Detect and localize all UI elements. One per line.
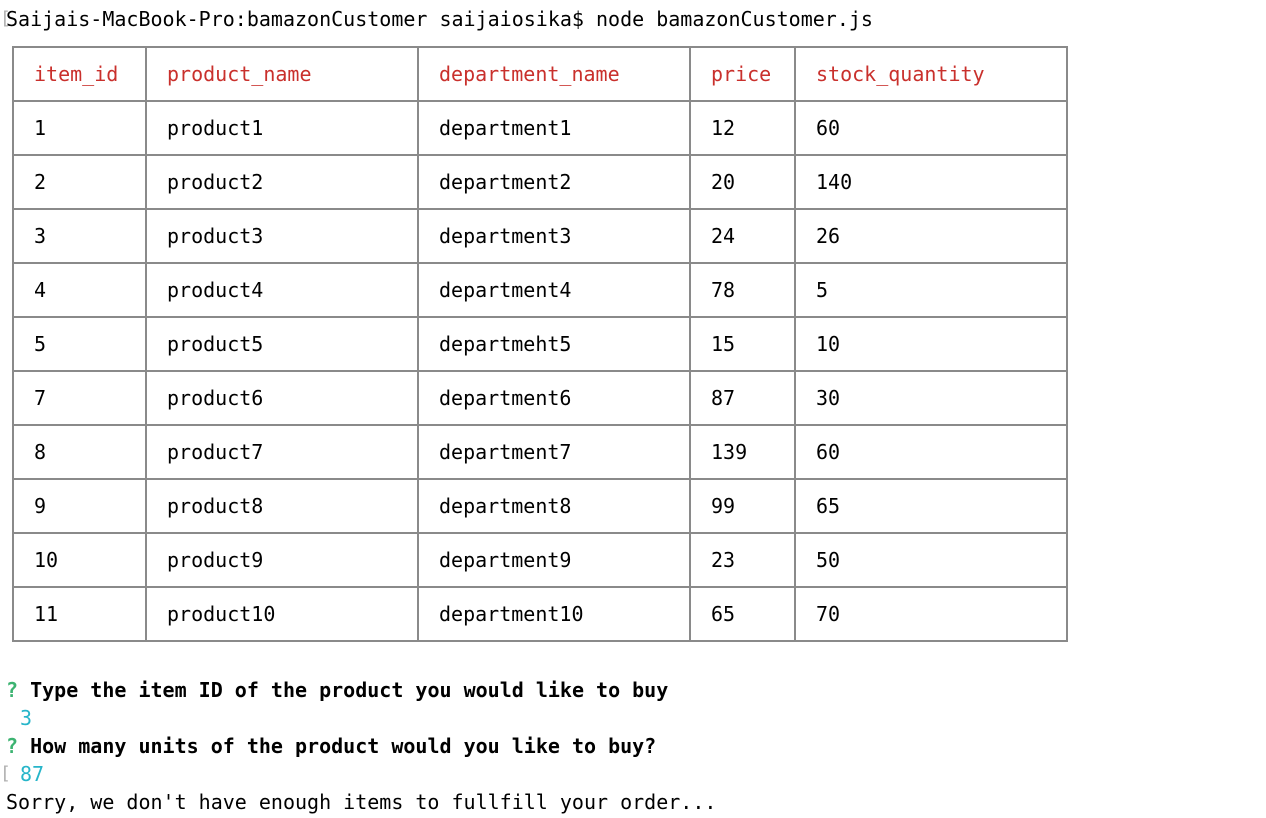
cell-stock-quantity: 65 [794, 478, 1068, 534]
cell-price: 139 [689, 424, 796, 480]
question-text: Type the item ID of the product you woul… [30, 678, 669, 702]
table-header-row: item_id product_name department_name pri… [12, 46, 1068, 102]
cell-product-name: product10 [145, 586, 419, 642]
table-row: 11 product10 department10 65 70 [12, 586, 1068, 642]
cell-department-name: department3 [417, 208, 691, 264]
cell-department-name: department6 [417, 370, 691, 426]
cell-stock-quantity: 140 [794, 154, 1068, 210]
table-row: 4 product4 department4 78 5 [12, 262, 1068, 318]
cell-stock-quantity: 10 [794, 316, 1068, 372]
cell-item-id: 4 [12, 262, 147, 318]
cell-item-id: 5 [12, 316, 147, 372]
cell-department-name: department2 [417, 154, 691, 210]
header-price: price [689, 46, 796, 102]
cell-stock-quantity: 70 [794, 586, 1068, 642]
table-body: 1 product1 department1 12 60 2 product2 departm… [12, 100, 1068, 642]
cell-department-name: department10 [417, 586, 691, 642]
cell-price: 12 [689, 100, 796, 156]
question-mark-icon: ? [6, 678, 19, 702]
table-row: 3 product3 department3 24 26 [12, 208, 1068, 264]
cell-product-name: product2 [145, 154, 419, 210]
cell-item-id: 1 [12, 100, 147, 156]
question-units: ? How many units of the product would yo… [6, 732, 656, 760]
table-row: 5 product5 departmeht5 15 10 [12, 316, 1068, 372]
table-row: 1 product1 department1 12 60 [12, 100, 1068, 156]
cell-product-name: product6 [145, 370, 419, 426]
cell-item-id: 7 [12, 370, 147, 426]
cell-stock-quantity: 50 [794, 532, 1068, 588]
header-stock-quantity: stock_quantity [794, 46, 1068, 102]
cell-stock-quantity: 60 [794, 100, 1068, 156]
shell-command: node bamazonCustomer.js [596, 7, 873, 31]
selection-bracket: [ [0, 763, 11, 784]
cell-item-id: 9 [12, 478, 147, 534]
cell-price: 24 [689, 208, 796, 264]
table-row: 10 product9 department9 23 50 [12, 532, 1068, 588]
cell-stock-quantity: 26 [794, 208, 1068, 264]
cell-item-id: 3 [12, 208, 147, 264]
table-row: 2 product2 department2 20 140 [12, 154, 1068, 210]
answer-units: 87 [20, 762, 45, 786]
question-text: How many units of the product would you … [30, 734, 657, 758]
command-line: Saijais-MacBook-Pro:bamazonCustomer saij… [6, 5, 873, 33]
cell-item-id: 10 [12, 532, 147, 588]
cell-price: 20 [689, 154, 796, 210]
cell-product-name: product9 [145, 532, 419, 588]
cell-product-name: product7 [145, 424, 419, 480]
cell-product-name: product8 [145, 478, 419, 534]
header-item-id: item_id [12, 46, 147, 102]
shell-prompt: Saijais-MacBook-Pro:bamazonCustomer saij… [6, 7, 584, 31]
header-product-name: product_name [145, 46, 419, 102]
question-item-id: ? Type the item ID of the product you wo… [6, 676, 668, 704]
cell-department-name: department1 [417, 100, 691, 156]
cell-stock-quantity: 60 [794, 424, 1068, 480]
error-message: Sorry, we don't have enough items to ful… [6, 790, 717, 814]
header-department-name: department_name [417, 46, 691, 102]
cell-price: 23 [689, 532, 796, 588]
cell-product-name: product1 [145, 100, 419, 156]
answer-item-id: 3 [20, 706, 33, 730]
table-row: 7 product6 department6 87 30 [12, 370, 1068, 426]
table-row: 8 product7 department7 139 60 [12, 424, 1068, 480]
cell-item-id: 8 [12, 424, 147, 480]
cell-product-name: product4 [145, 262, 419, 318]
cell-product-name: product3 [145, 208, 419, 264]
cell-price: 99 [689, 478, 796, 534]
cell-item-id: 2 [12, 154, 147, 210]
cell-stock-quantity: 30 [794, 370, 1068, 426]
cell-department-name: department7 [417, 424, 691, 480]
cell-stock-quantity: 5 [794, 262, 1068, 318]
cell-price: 15 [689, 316, 796, 372]
question-mark-icon: ? [6, 734, 19, 758]
cell-item-id: 11 [12, 586, 147, 642]
cell-price: 65 [689, 586, 796, 642]
products-table: item_id product_name department_name pri… [12, 46, 1068, 642]
cell-department-name: department9 [417, 532, 691, 588]
cell-department-name: departmeht5 [417, 316, 691, 372]
cell-product-name: product5 [145, 316, 419, 372]
cell-price: 87 [689, 370, 796, 426]
table-row: 9 product8 department8 99 65 [12, 478, 1068, 534]
cell-department-name: department4 [417, 262, 691, 318]
cell-department-name: department8 [417, 478, 691, 534]
cell-price: 78 [689, 262, 796, 318]
